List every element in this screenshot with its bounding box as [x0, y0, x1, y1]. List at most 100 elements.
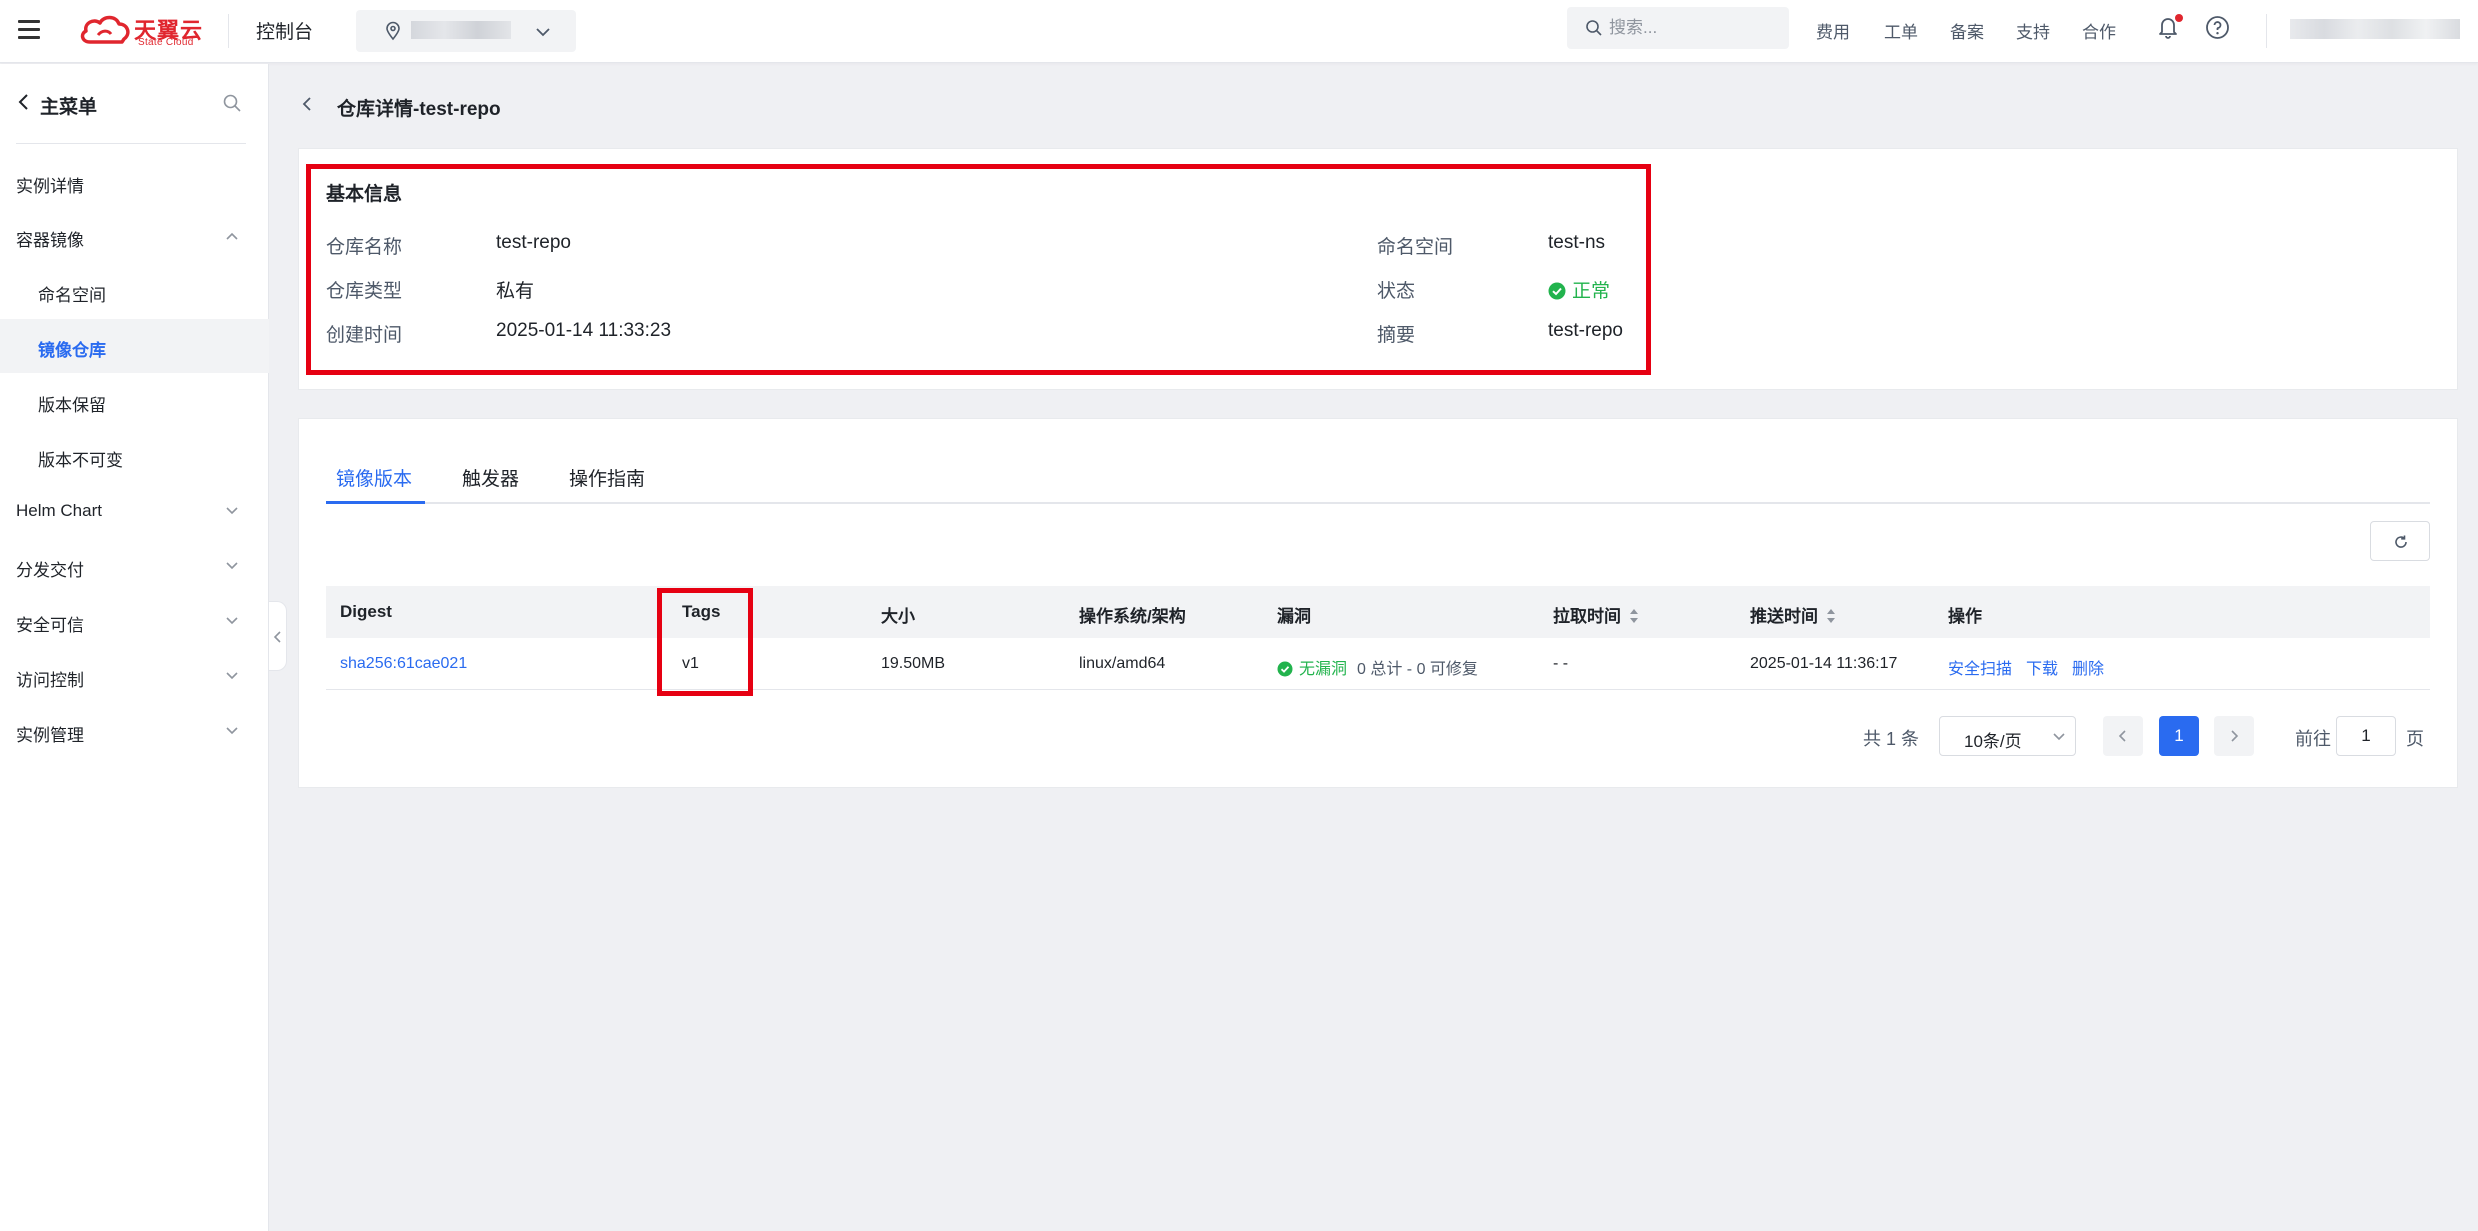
- sort-icon: [1630, 609, 1638, 623]
- sidebar-item-access-control[interactable]: 访问控制: [0, 649, 269, 703]
- chevron-left-icon: [2118, 730, 2126, 742]
- summary-value: test-repo: [1548, 320, 1623, 341]
- sidebar-item-instance-details[interactable]: 实例详情: [0, 155, 269, 209]
- sidebar-item-label: 版本保留: [38, 396, 106, 415]
- tab-guide[interactable]: 操作指南: [569, 464, 645, 491]
- column-header-label: 拉取时间: [1553, 607, 1621, 626]
- check-circle-icon: [1277, 661, 1293, 677]
- nav-link-support[interactable]: 支持: [2016, 18, 2050, 43]
- help-icon[interactable]: [2205, 15, 2230, 40]
- goto-page-input[interactable]: [2336, 716, 2396, 756]
- sidebar-header: 主菜单: [0, 64, 269, 144]
- status-badge: 正常: [1548, 276, 1610, 303]
- location-pin-icon: [386, 21, 400, 41]
- notification-dot: [2175, 14, 2183, 22]
- back-arrow-icon[interactable]: [16, 92, 32, 112]
- table-row: sha256:61cae021 v1 19.50MB linux/amd64 无…: [326, 638, 2430, 690]
- column-header: 大小: [881, 607, 915, 626]
- os-arch-cell: linux/amd64: [1079, 655, 1166, 672]
- nav-link-billing[interactable]: 费用: [1816, 18, 1850, 43]
- region-select[interactable]: [356, 10, 576, 52]
- column-header-pull-time[interactable]: 拉取时间: [1553, 602, 1640, 627]
- logo-subtext: State Cloud: [138, 37, 194, 48]
- sidebar-item-label: 版本不可变: [38, 451, 123, 470]
- vuln-status: 无漏洞: [1299, 661, 1348, 678]
- top-header: 天翼云 State Cloud 控制台 费用 工单 备案 支持 合作: [0, 0, 2478, 63]
- pagination-total: 共 1 条: [1863, 729, 1920, 749]
- nav-link-tickets[interactable]: 工单: [1884, 18, 1918, 43]
- field-label: 仓库名称: [326, 237, 403, 258]
- basic-info-card: 基本信息 仓库名称 test-repo 仓库类型 私有 创建时间 2025-01…: [298, 148, 2458, 390]
- next-page-button[interactable]: [2214, 716, 2254, 756]
- actions-cell: 安全扫描 下载 删除: [1948, 655, 2104, 679]
- column-header: Tags: [682, 602, 721, 621]
- sidebar-item-label: 镜像仓库: [38, 341, 106, 360]
- page-size-select[interactable]: 10条/页: [1939, 716, 2076, 756]
- search-icon: [1586, 20, 1602, 36]
- field-label: 创建时间: [326, 325, 403, 346]
- refresh-icon: [2395, 535, 2407, 548]
- sidebar-item-label: Helm Chart: [16, 501, 102, 520]
- download-link[interactable]: 下载: [2026, 661, 2058, 678]
- logo[interactable]: 天翼云 State Cloud: [78, 12, 206, 48]
- field-label: 命名空间: [1377, 237, 1454, 258]
- security-scan-link[interactable]: 安全扫描: [1948, 661, 2012, 678]
- goto-suffix: 页: [2406, 729, 2424, 749]
- sidebar-item-image-repository[interactable]: 镜像仓库: [0, 319, 269, 373]
- column-header: 操作系统/架构: [1079, 607, 1186, 626]
- refresh-button[interactable]: [2370, 521, 2430, 561]
- sidebar-item-label: 容器镜像: [16, 231, 84, 250]
- search-icon[interactable]: [222, 93, 242, 113]
- prev-page-button[interactable]: [2103, 716, 2143, 756]
- goto-label: 前往: [2295, 729, 2331, 749]
- sidebar-collapse-handle[interactable]: [269, 601, 287, 671]
- sidebar-item-label: 实例详情: [16, 177, 84, 196]
- column-header: 操作: [1948, 607, 1982, 626]
- repo-type-value: 私有: [496, 281, 535, 302]
- sidebar-divider: [16, 143, 246, 144]
- region-name-redacted: [411, 21, 511, 39]
- column-header-push-time[interactable]: 推送时间: [1750, 602, 1837, 627]
- sidebar-item-security[interactable]: 安全可信: [0, 594, 269, 648]
- console-title[interactable]: 控制台: [256, 17, 313, 44]
- nav-link-partner[interactable]: 合作: [2082, 18, 2116, 43]
- sort-icon: [1827, 609, 1835, 623]
- chevron-down-icon: [226, 562, 238, 570]
- digest-link[interactable]: sha256:61cae021: [340, 655, 467, 673]
- repo-name-value: test-repo: [496, 232, 571, 253]
- chevron-down-icon: [2053, 733, 2065, 741]
- sidebar-item-version-retention[interactable]: 版本保留: [0, 374, 269, 428]
- sidebar-item-version-immutable[interactable]: 版本不可变: [0, 429, 269, 483]
- push-time-cell: 2025-01-14 11:36:17: [1750, 655, 1898, 672]
- active-tab-indicator: [326, 501, 425, 504]
- tab-triggers[interactable]: 触发器: [462, 464, 519, 491]
- chevron-left-icon: [273, 631, 281, 643]
- sidebar-item-helm-chart[interactable]: Helm Chart: [0, 484, 269, 538]
- back-arrow-icon[interactable]: [300, 94, 314, 114]
- sidebar-item-distribution[interactable]: 分发交付: [0, 539, 269, 593]
- chevron-up-icon: [226, 232, 238, 240]
- page-size-value: 10条/页: [1964, 732, 2022, 751]
- cloud-logo-icon: [80, 15, 130, 44]
- section-title: 基本信息: [326, 184, 403, 205]
- sidebar-title: 主菜单: [40, 97, 98, 118]
- page-number-current[interactable]: 1: [2159, 716, 2199, 756]
- tab-image-versions[interactable]: 镜像版本: [336, 464, 412, 491]
- field-label: 仓库类型: [326, 281, 403, 302]
- chevron-down-icon: [226, 727, 238, 735]
- menu-icon[interactable]: [18, 20, 40, 40]
- sidebar-item-instance-management[interactable]: 实例管理: [0, 704, 269, 758]
- field-label: 摘要: [1377, 325, 1416, 346]
- global-search[interactable]: [1567, 7, 1789, 49]
- vuln-detail: 0 总计 - 0 可修复: [1357, 661, 1478, 678]
- pull-time-cell: - -: [1553, 655, 1569, 672]
- nav-link-filing[interactable]: 备案: [1950, 18, 1984, 43]
- search-input[interactable]: [1609, 15, 1779, 41]
- sidebar-item-label: 实例管理: [16, 726, 84, 745]
- sidebar-item-container-images[interactable]: 容器镜像: [0, 209, 269, 263]
- sidebar-item-namespace[interactable]: 命名空间: [0, 264, 269, 318]
- chevron-down-icon: [226, 672, 238, 680]
- user-account-redacted[interactable]: [2290, 19, 2460, 39]
- delete-link[interactable]: 删除: [2072, 661, 2104, 678]
- column-header: 漏洞: [1277, 607, 1311, 626]
